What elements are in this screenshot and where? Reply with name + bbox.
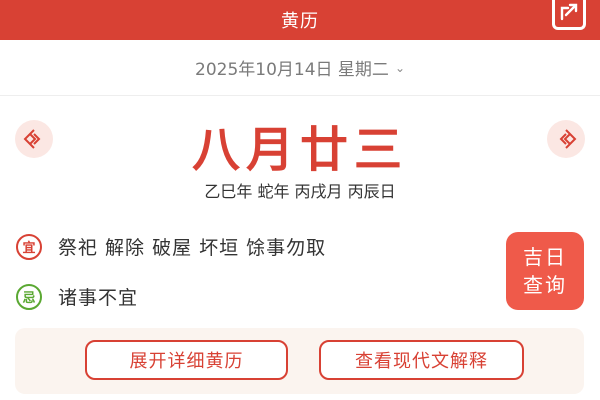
- date-text: 2025年10月14日 星期二: [195, 60, 389, 80]
- expand-details-button[interactable]: 展开详细黄历: [85, 340, 288, 380]
- ji-row: 忌 诸事不宜: [16, 283, 138, 310]
- ganzhi-text: 乙巳年 蛇年 丙戌月 丙辰日: [204, 182, 396, 201]
- auspicious-day-query-button[interactable]: 吉日 查询: [506, 232, 584, 310]
- ji-text: 诸事不宜: [58, 287, 139, 309]
- yi-text: 祭祀 解除 破屋 坏垣 馀事勿取: [58, 237, 327, 259]
- date-selector[interactable]: 2025年10月14日 星期二 ⌄: [0, 40, 600, 96]
- ji-badge-icon: 忌: [16, 283, 42, 310]
- share-button[interactable]: [552, 0, 586, 30]
- page-title: 黄历: [281, 11, 319, 32]
- chevron-down-icon: ⌄: [394, 60, 405, 75]
- jiri-label-line2: 查询: [523, 273, 567, 297]
- top-bar: 黄历: [0, 0, 600, 40]
- share-icon: [560, 3, 578, 21]
- yi-badge-icon: 宜: [16, 233, 42, 260]
- yi-row: 宜 祭祀 解除 破屋 坏垣 馀事勿取: [16, 233, 326, 260]
- modern-explanation-button[interactable]: 查看现代文解释: [319, 340, 524, 380]
- jiri-label-line1: 吉日: [523, 245, 567, 269]
- lunar-date: 八月廿三: [191, 122, 408, 178]
